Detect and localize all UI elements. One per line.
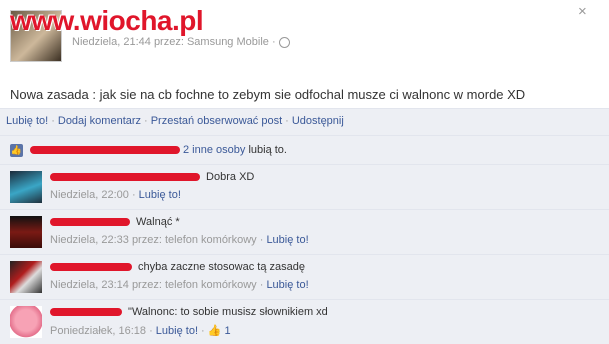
- comment-body: "Walnonc: to sobie musisz słownikiem xd: [50, 306, 328, 318]
- like-link[interactable]: Lubię to!: [6, 115, 48, 127]
- comment-item: chyba zaczne stosowac tą zasadę Niedziel…: [0, 254, 609, 299]
- comment-item: Walnąć * Niedziela, 22:33 przez: telefon…: [0, 209, 609, 254]
- separator: ·: [285, 115, 289, 127]
- separator: ·: [51, 115, 55, 127]
- commenter-avatar[interactable]: [10, 306, 42, 338]
- commenter-avatar[interactable]: [10, 261, 42, 293]
- comment-meta: Poniedziałek, 16:18 · Lubię to! · 👍 1: [50, 324, 231, 337]
- comment-meta: Niedziela, 22:33 przez: telefon komórkow…: [50, 234, 309, 246]
- comment-like-link[interactable]: Lubię to!: [266, 279, 308, 291]
- commenter-avatar[interactable]: [10, 216, 42, 248]
- watermark: www.wiocha.pl: [10, 5, 204, 36]
- post-meta-text: Niedziela, 21:44 przez: Samsung Mobile ·: [72, 36, 279, 48]
- comment-like-link[interactable]: Lubię to!: [139, 189, 181, 201]
- comment-time: Niedziela, 23:14 przez: telefon komórkow…: [50, 279, 267, 291]
- redacted-name: [50, 173, 200, 182]
- share-link[interactable]: Udostępnij: [292, 115, 344, 127]
- comment-time: Poniedziałek, 16:18 ·: [50, 325, 156, 337]
- comment-item: Dobra XD Niedziela, 22:00 · Lubię to!: [0, 164, 609, 209]
- globe-icon: [278, 36, 290, 48]
- comment-like-link[interactable]: Lubię to!: [156, 325, 198, 337]
- post-text: Nowa zasada : jak sie na cb fochne to ze…: [10, 87, 526, 102]
- likes-summary: 👍 2 inne osoby lubią to.: [0, 135, 609, 164]
- comment-body: Walnąć *: [50, 216, 180, 228]
- comment-time: Niedziela, 22:33 przez: telefon komórkow…: [50, 234, 267, 246]
- commenter-avatar[interactable]: [10, 171, 42, 203]
- post-meta: Niedziela, 21:44 przez: Samsung Mobile ·: [72, 36, 290, 48]
- thumbs-up-icon: 👍: [207, 325, 222, 337]
- post-actions-bar: Lubię to! · Dodaj komentarz · Przestań obser…: [0, 108, 609, 135]
- likes-text: 2 inne osoby lubią to.: [30, 144, 287, 156]
- thumbs-up-icon: 👍: [10, 144, 23, 157]
- redacted-name: [50, 218, 130, 227]
- redacted-name: [50, 308, 122, 317]
- add-comment-link[interactable]: Dodaj komentarz: [58, 115, 141, 127]
- redacted-names: [30, 146, 180, 155]
- comment-like-count[interactable]: 1: [224, 325, 230, 337]
- comment-text: Walnąć *: [133, 216, 180, 228]
- comment-meta: Niedziela, 23:14 przez: telefon komórkow…: [50, 279, 309, 291]
- comment-body: Dobra XD: [50, 171, 254, 183]
- comment-like-link[interactable]: Lubię to!: [266, 234, 308, 246]
- redacted-name: [50, 263, 132, 272]
- comment-meta: Niedziela, 22:00 · Lubię to!: [50, 189, 181, 201]
- separator: ·: [144, 115, 148, 127]
- unfollow-link[interactable]: Przestań obserwować post: [151, 115, 282, 127]
- separator: ·: [201, 325, 205, 337]
- comment-text: "Walnonc: to sobie musisz słownikiem xd: [125, 306, 328, 318]
- others-link[interactable]: 2 inne osoby: [183, 144, 245, 156]
- comment-text: chyba zaczne stosowac tą zasadę: [135, 261, 305, 273]
- comment-time: Niedziela, 22:00 ·: [50, 189, 139, 201]
- comment-item: "Walnonc: to sobie musisz słownikiem xd …: [0, 299, 609, 344]
- comment-text: Dobra XD: [203, 171, 255, 183]
- comment-body: chyba zaczne stosowac tą zasadę: [50, 261, 305, 273]
- likes-suffix: lubią to.: [245, 144, 287, 156]
- close-icon[interactable]: ×: [578, 4, 590, 19]
